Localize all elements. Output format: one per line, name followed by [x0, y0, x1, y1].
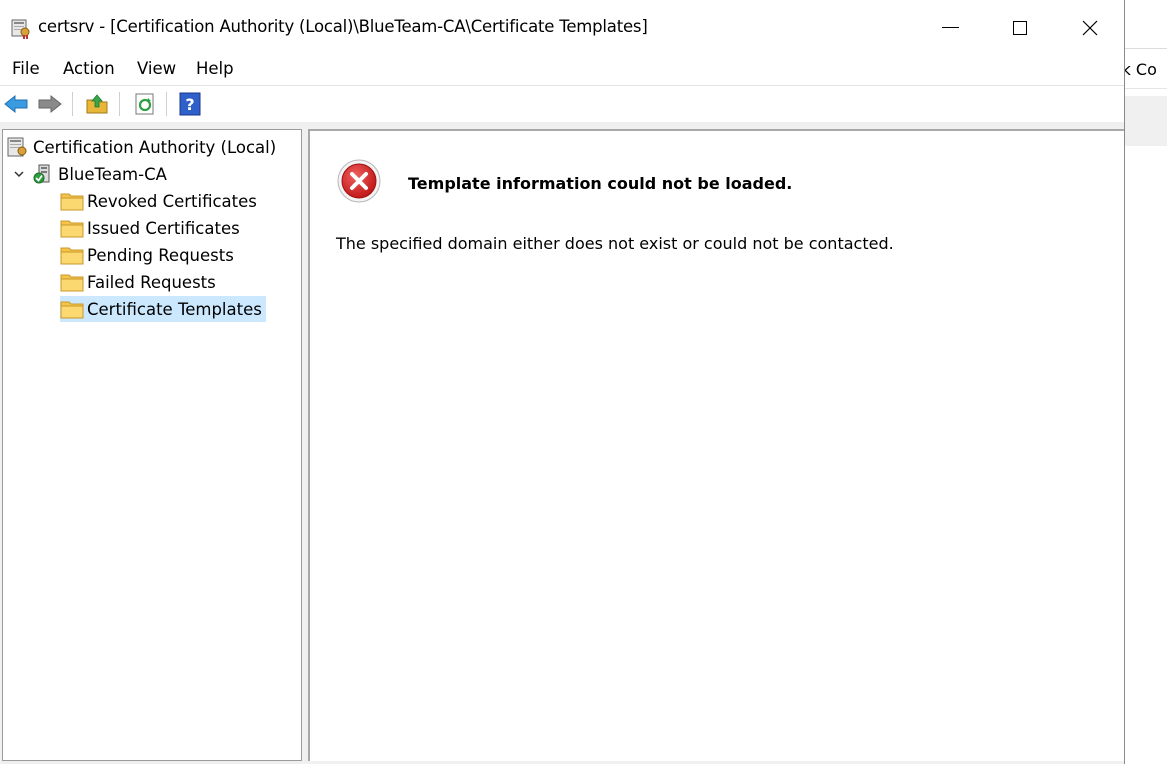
certificate-authority-icon — [7, 137, 27, 157]
toolbar: ? — [0, 86, 1124, 123]
folder-icon — [60, 274, 84, 292]
error-icon — [337, 159, 381, 203]
window-title: certsrv - [Certification Authority (Loca… — [38, 17, 648, 36]
tree-item-failed-requests[interactable]: Failed Requests — [60, 269, 220, 295]
minimize-button[interactable] — [915, 0, 985, 55]
back-button[interactable] — [3, 91, 29, 117]
certsrv-app-icon — [10, 17, 32, 39]
folder-icon — [60, 193, 84, 211]
menu-view[interactable]: View — [135, 59, 178, 78]
refresh-icon — [135, 93, 154, 115]
tree-item-issued-certificates[interactable]: Issued Certificates — [60, 215, 244, 241]
menu-bar: File Action View Help — [0, 55, 1124, 86]
maximize-icon — [1013, 20, 1027, 35]
tree-item-ca-local[interactable]: Certification Authority (Local) — [6, 134, 280, 160]
close-button[interactable] — [1055, 0, 1125, 55]
background-window-text: rk Co — [1125, 60, 1157, 79]
folder-icon — [60, 301, 84, 319]
title-bar[interactable]: certsrv - [Certification Authority (Loca… — [0, 0, 1124, 55]
error-message: The specified domain either does not exi… — [336, 234, 894, 253]
help-icon: ? — [179, 92, 201, 116]
minimize-icon — [941, 27, 959, 28]
tree-label-issued: Issued Certificates — [87, 218, 240, 238]
up-folder-icon — [86, 94, 108, 114]
tree-item-pending-requests[interactable]: Pending Requests — [60, 242, 238, 268]
certsrv-window: certsrv - [Certification Authority (Loca… — [0, 0, 1125, 764]
forward-button[interactable] — [37, 91, 63, 117]
result-pane: Template information could not be loaded… — [308, 129, 1124, 761]
svg-text:?: ? — [185, 95, 194, 114]
tree-item-blueteam-ca[interactable]: BlueTeam-CA — [31, 161, 171, 187]
tree-label-root: Certification Authority (Local) — [33, 137, 277, 157]
help-button[interactable]: ? — [177, 91, 203, 117]
folder-icon — [60, 220, 84, 238]
tree-label-revoked: Revoked Certificates — [87, 191, 257, 211]
up-one-level-button[interactable] — [84, 91, 110, 117]
folder-icon — [60, 247, 84, 265]
ca-server-icon — [33, 164, 50, 184]
error-title: Template information could not be loaded… — [408, 174, 793, 193]
tree-label-pending: Pending Requests — [87, 245, 234, 265]
background-window: rk Co — [1125, 0, 1167, 764]
close-icon — [1082, 20, 1098, 35]
content-area: Certification Authority (Local) BlueTeam… — [0, 122, 1124, 764]
tree-label-ca: BlueTeam-CA — [58, 164, 167, 184]
maximize-button[interactable] — [985, 0, 1055, 55]
tree-item-certificate-templates[interactable]: Certificate Templates — [60, 296, 266, 322]
tree-label-failed: Failed Requests — [87, 272, 216, 292]
refresh-button[interactable] — [132, 91, 158, 117]
tree-item-revoked-certificates[interactable]: Revoked Certificates — [60, 188, 261, 214]
menu-file[interactable]: File — [10, 59, 42, 78]
console-tree: Certification Authority (Local) BlueTeam… — [2, 129, 302, 761]
back-arrow-icon — [4, 94, 28, 114]
forward-arrow-icon — [38, 94, 62, 114]
menu-help[interactable]: Help — [194, 59, 236, 78]
chevron-down-icon[interactable] — [13, 168, 25, 180]
tree-label-templates: Certificate Templates — [84, 299, 266, 319]
menu-action[interactable]: Action — [61, 59, 117, 78]
